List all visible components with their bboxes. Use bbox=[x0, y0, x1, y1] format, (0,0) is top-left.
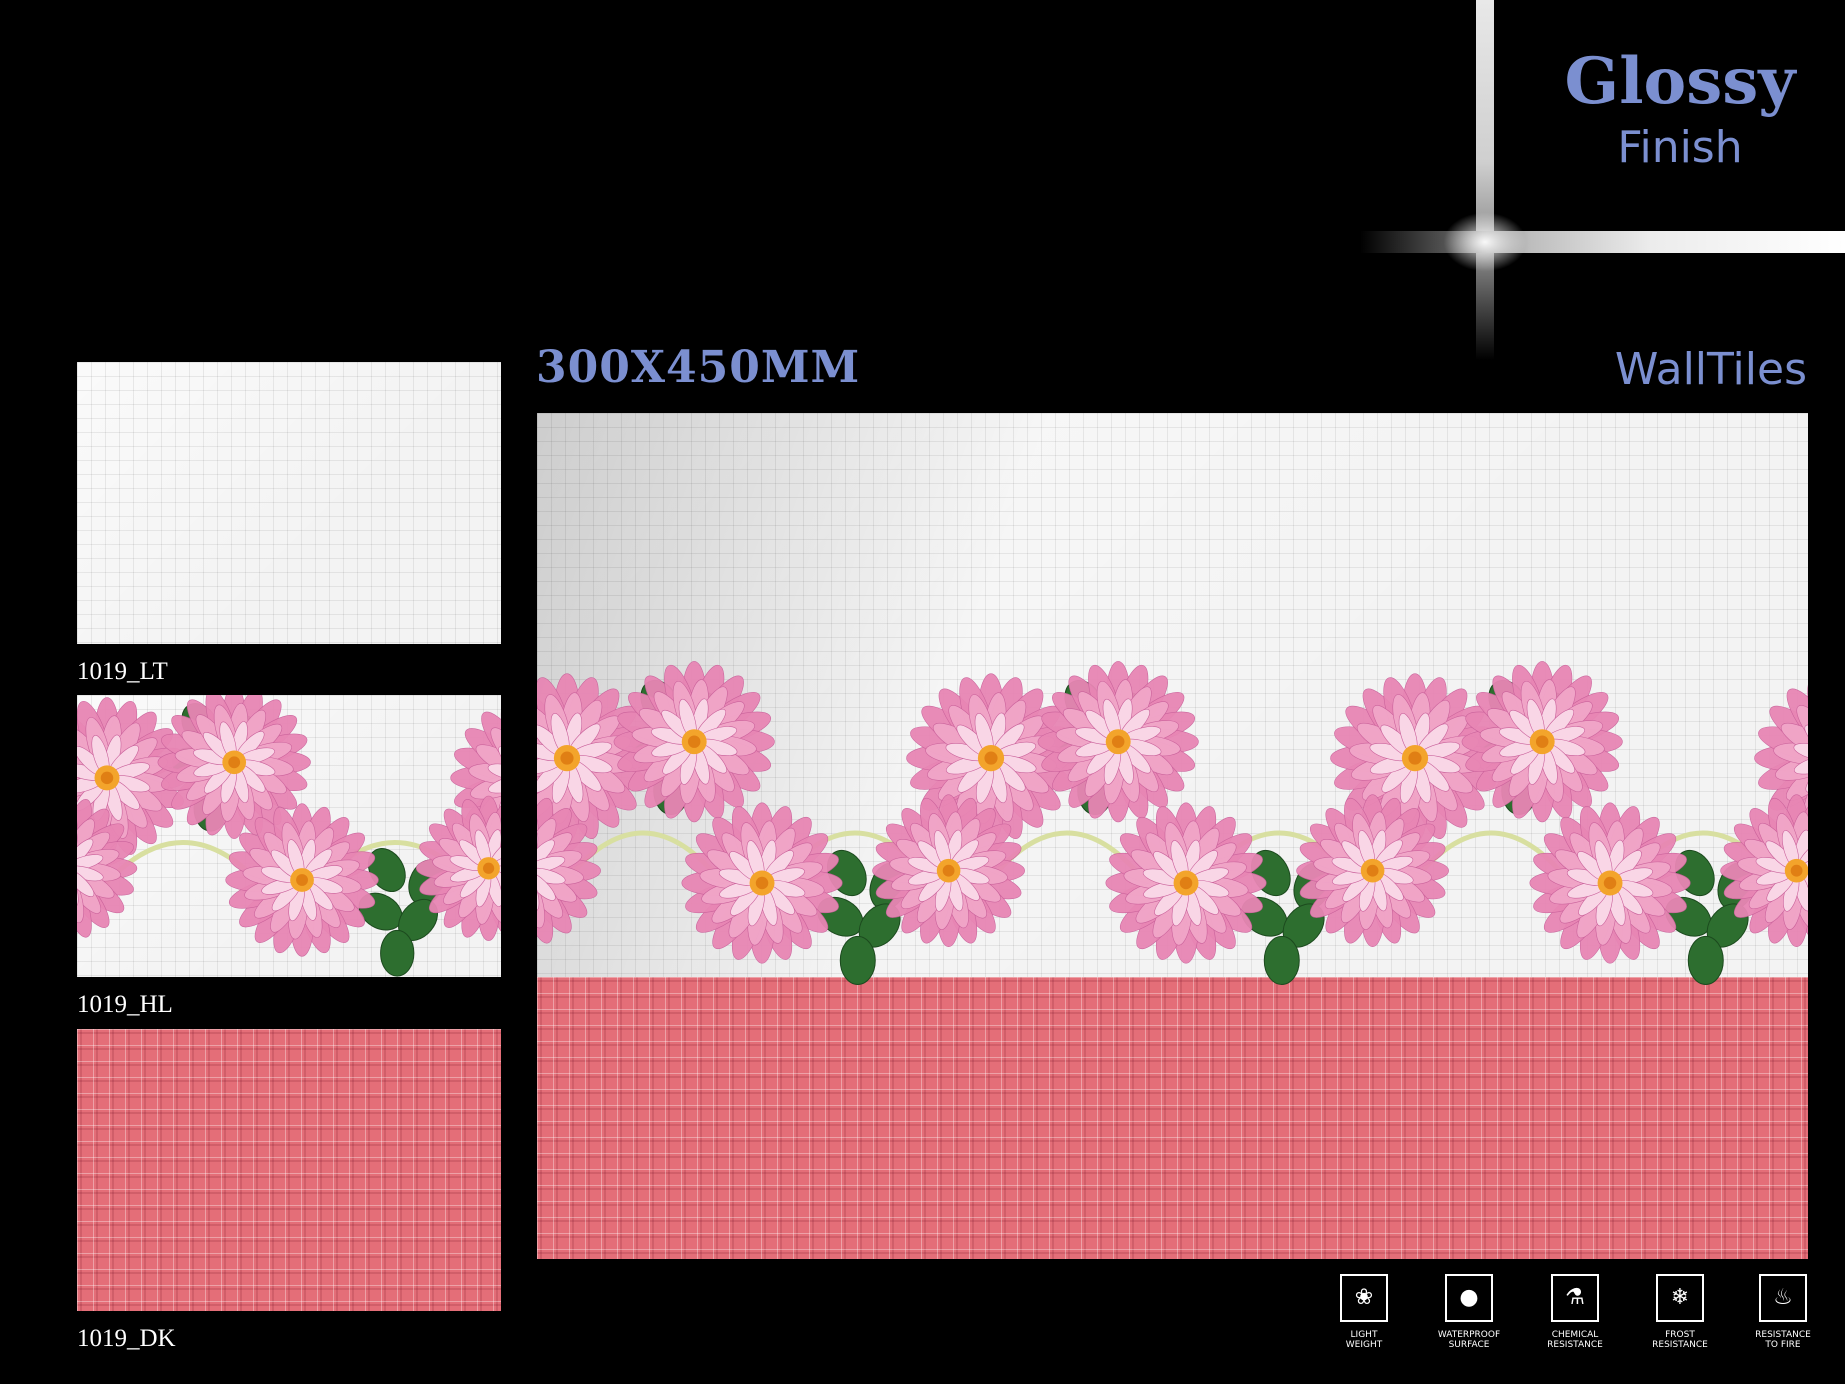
feature-fire-resistance: ♨ RESISTANCE TO FIRE bbox=[1743, 1274, 1823, 1351]
feature-chemical-resistance: ⚗ CHEMICAL RESISTANCE bbox=[1535, 1274, 1615, 1351]
feature-waterproof: ● WATERPROOF SURFACE bbox=[1429, 1274, 1509, 1351]
feature-caption: FROST RESISTANCE bbox=[1652, 1330, 1708, 1351]
tile-category: WallTiles bbox=[1614, 344, 1807, 395]
thumbnail-label-light: 1019_LT bbox=[77, 658, 168, 685]
flower-garland bbox=[77, 695, 501, 977]
feature-caption: LIGHT WEIGHT bbox=[1345, 1330, 1383, 1351]
finish-subtitle: Finish bbox=[1617, 122, 1743, 173]
snowflake-icon: ❄ bbox=[1656, 1274, 1704, 1322]
thumbnail-label-highlighter: 1019_HL bbox=[77, 991, 173, 1018]
dahlia-flower bbox=[1461, 661, 1623, 823]
flask-icon: ⚗ bbox=[1551, 1274, 1599, 1322]
flower-garland bbox=[537, 661, 1808, 986]
feature-light-weight: ❀ LIGHT WEIGHT bbox=[1324, 1274, 1404, 1351]
thumbnail-light[interactable] bbox=[77, 362, 501, 644]
thumbnail-dark[interactable] bbox=[77, 1029, 501, 1311]
feature-caption: CHEMICAL RESISTANCE bbox=[1547, 1330, 1603, 1351]
feature-frost-resistance: ❄ FROST RESISTANCE bbox=[1640, 1274, 1720, 1351]
feature-caption: RESISTANCE TO FIRE bbox=[1755, 1330, 1811, 1351]
dahlia-flower bbox=[1037, 661, 1199, 823]
light-streak-horizontal bbox=[1360, 231, 1845, 253]
finish-title: Glossy bbox=[1564, 44, 1796, 119]
feature-caption: WATERPROOF SURFACE bbox=[1437, 1330, 1501, 1351]
light-flare bbox=[1440, 210, 1530, 274]
light-streak-vertical bbox=[1476, 0, 1494, 360]
tile-size: 300X450MM bbox=[536, 342, 861, 393]
dahlia-flower bbox=[681, 802, 843, 964]
dahlia-flower bbox=[1105, 802, 1267, 964]
dahlia-flower bbox=[613, 661, 775, 823]
thumbnail-highlighter[interactable] bbox=[77, 695, 501, 977]
feather-icon: ❀ bbox=[1340, 1274, 1388, 1322]
flame-icon: ♨ bbox=[1759, 1274, 1807, 1322]
dahlia-flower bbox=[1529, 802, 1691, 964]
thumbnail-label-dark: 1019_DK bbox=[77, 1325, 176, 1352]
main-tile-preview bbox=[537, 413, 1808, 1259]
water-drop-icon: ● bbox=[1445, 1274, 1493, 1322]
